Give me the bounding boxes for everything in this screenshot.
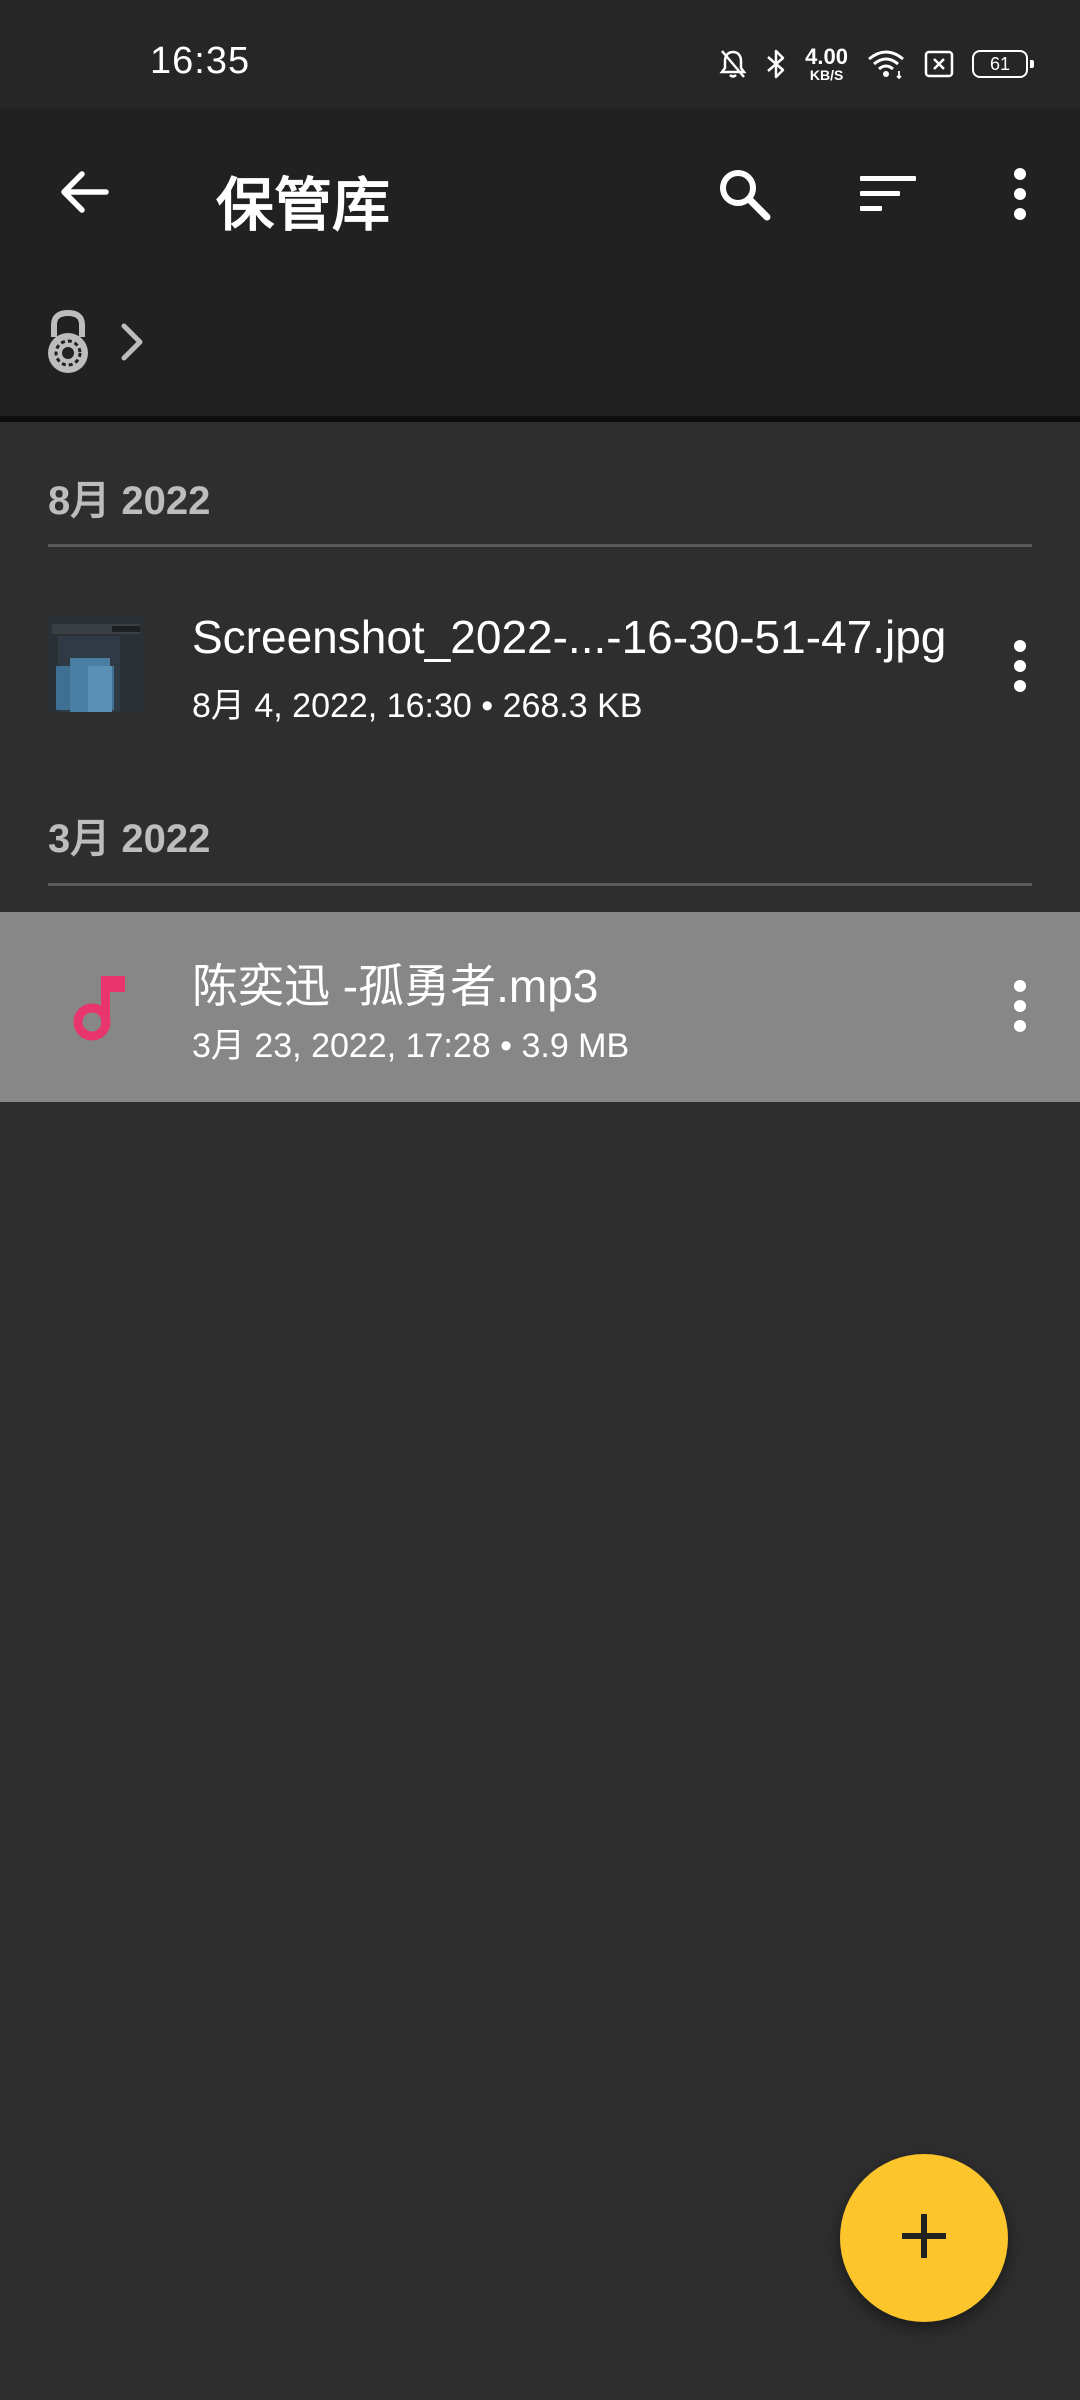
file-name: Screenshot_2022-...-16-30-51-47.jpg [192,611,947,663]
status-time: 16:35 [150,40,251,82]
add-button[interactable] [840,2154,1008,2322]
section-header-mar-2022: 3月 2022 [48,817,211,861]
more-vert-icon [1010,978,1030,1039]
section-divider [48,544,1032,547]
bluetooth-icon [765,48,787,80]
more-vert-icon [1010,166,1030,227]
status-bar: 16:35 4.00 KB/S 61 [0,0,1080,108]
back-arrow-icon [56,164,112,225]
image-thumbnail [48,616,144,712]
search-icon [714,164,774,229]
plus-icon [900,2212,948,2265]
mute-bell-icon [719,49,747,79]
net-speed-value: 4.00 [805,44,848,69]
net-speed: 4.00 KB/S [805,44,848,83]
search-button[interactable] [702,154,786,238]
file-meta: 3月 23, 2022, 17:28 • 3.9 MB [192,1027,630,1065]
more-options-button[interactable] [978,154,1062,238]
page-title: 保管库 [216,173,391,238]
app-bar: 保管库 [0,108,1080,420]
item-more-button[interactable] [990,968,1050,1048]
list-item-mp3[interactable]: 陈奕迅 -孤勇者.mp3 3月 23, 2022, 17:28 • 3.9 MB [0,912,1080,1102]
list-item-screenshot[interactable]: Screenshot_2022-...-16-30-51-47.jpg 8月 4… [0,572,1080,762]
music-note-icon [48,956,144,1052]
padlock-icon [40,307,96,382]
wifi-icon [866,49,906,79]
status-icons: 4.00 KB/S 61 [719,44,1034,83]
net-speed-unit: KB/S [809,67,844,83]
item-more-button[interactable] [990,628,1050,708]
back-button[interactable] [44,154,124,234]
section-header-aug-2022: 8月 2022 [48,479,211,523]
sort-button[interactable] [846,154,930,238]
more-vert-icon [1010,638,1030,699]
app-bar-divider [0,416,1080,422]
sort-icon [858,172,918,221]
section-divider [48,883,1032,886]
app-root: 16:35 4.00 KB/S 61 保管库 8月 2022 Screensho… [0,0,1080,2400]
file-meta: 8月 4, 2022, 16:30 • 268.3 KB [192,687,643,725]
breadcrumb[interactable] [40,304,146,384]
chevron-right-icon [116,320,146,369]
battery-level: 61 [989,53,1011,74]
file-name: 陈奕迅 -孤勇者.mp3 [192,960,599,1012]
sim-off-icon [924,50,954,78]
battery-icon: 61 [972,50,1034,78]
